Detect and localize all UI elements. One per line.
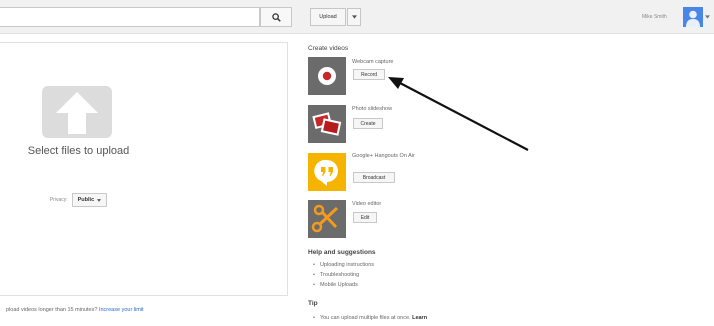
chevron-down-icon[interactable] (705, 15, 710, 19)
create-button[interactable]: Create (353, 118, 383, 129)
select-files-label[interactable]: Select files to upload (0, 145, 157, 157)
search-input[interactable] (0, 7, 260, 27)
uploading-instructions-link[interactable]: Uploading instructions (313, 260, 374, 270)
user-icon (686, 10, 700, 27)
help-links: Uploading instructions Troubleshooting M… (313, 260, 374, 290)
chevron-down-icon (351, 15, 357, 19)
photo-slideshow-label: Photo slideshow (352, 106, 393, 112)
learn-more-link[interactable]: Learn (412, 315, 427, 321)
photo-slideshow-icon (312, 112, 342, 136)
chevron-down-icon (97, 198, 102, 202)
photo-slideshow-tile[interactable] (308, 105, 346, 143)
help-title: Help and suggestions (308, 249, 376, 256)
record-button[interactable]: Record (353, 69, 385, 80)
mobile-uploads-link[interactable]: Mobile Uploads (313, 280, 374, 290)
tip-item: You can upload multiple files at once. L… (313, 313, 427, 323)
top-bar: Upload Mike Smith (0, 0, 714, 34)
tip-list: You can upload multiple files at once. L… (313, 313, 427, 323)
webcam-tile[interactable] (308, 57, 346, 95)
upload-arrow-icon[interactable] (42, 86, 112, 138)
search-icon (271, 12, 281, 22)
scissors-icon (311, 204, 339, 233)
increase-limit-link[interactable]: Increase your limit (99, 307, 144, 313)
webcam-record-icon (318, 67, 336, 85)
upload-menu-button[interactable] (347, 8, 361, 26)
hangouts-label: Google+ Hangouts On Air (352, 153, 415, 159)
troubleshooting-link[interactable]: Troubleshooting (313, 270, 374, 280)
broadcast-button[interactable]: Broadcast (353, 172, 395, 183)
create-videos-title: Create videos (308, 45, 349, 52)
privacy-row: Privacy: Public (0, 193, 157, 207)
username[interactable]: Mike Smith (642, 14, 667, 20)
tip-text: You can upload multiple files at once. (319, 315, 413, 321)
hangouts-tile[interactable] (308, 153, 346, 191)
upload-limit-text: pload videos longer than 15 minutes? (6, 307, 99, 313)
webcam-capture-label: Webcam capture (352, 59, 394, 65)
upload-drop-zone[interactable] (0, 42, 288, 296)
hangouts-icon (314, 159, 338, 186)
video-editor-tile[interactable] (308, 200, 346, 238)
tip-title: Tip (308, 300, 318, 307)
edit-button[interactable]: Edit (353, 212, 377, 223)
video-editor-label: Video editor (352, 201, 382, 207)
privacy-select[interactable]: Public (71, 193, 108, 207)
avatar[interactable] (683, 7, 703, 27)
privacy-label: Privacy: (49, 197, 68, 203)
privacy-value: Public (77, 197, 95, 203)
search-button[interactable] (260, 7, 292, 27)
upload-button[interactable]: Upload (310, 8, 346, 26)
upload-limit-note: pload videos longer than 15 minutes? Inc… (6, 307, 144, 313)
